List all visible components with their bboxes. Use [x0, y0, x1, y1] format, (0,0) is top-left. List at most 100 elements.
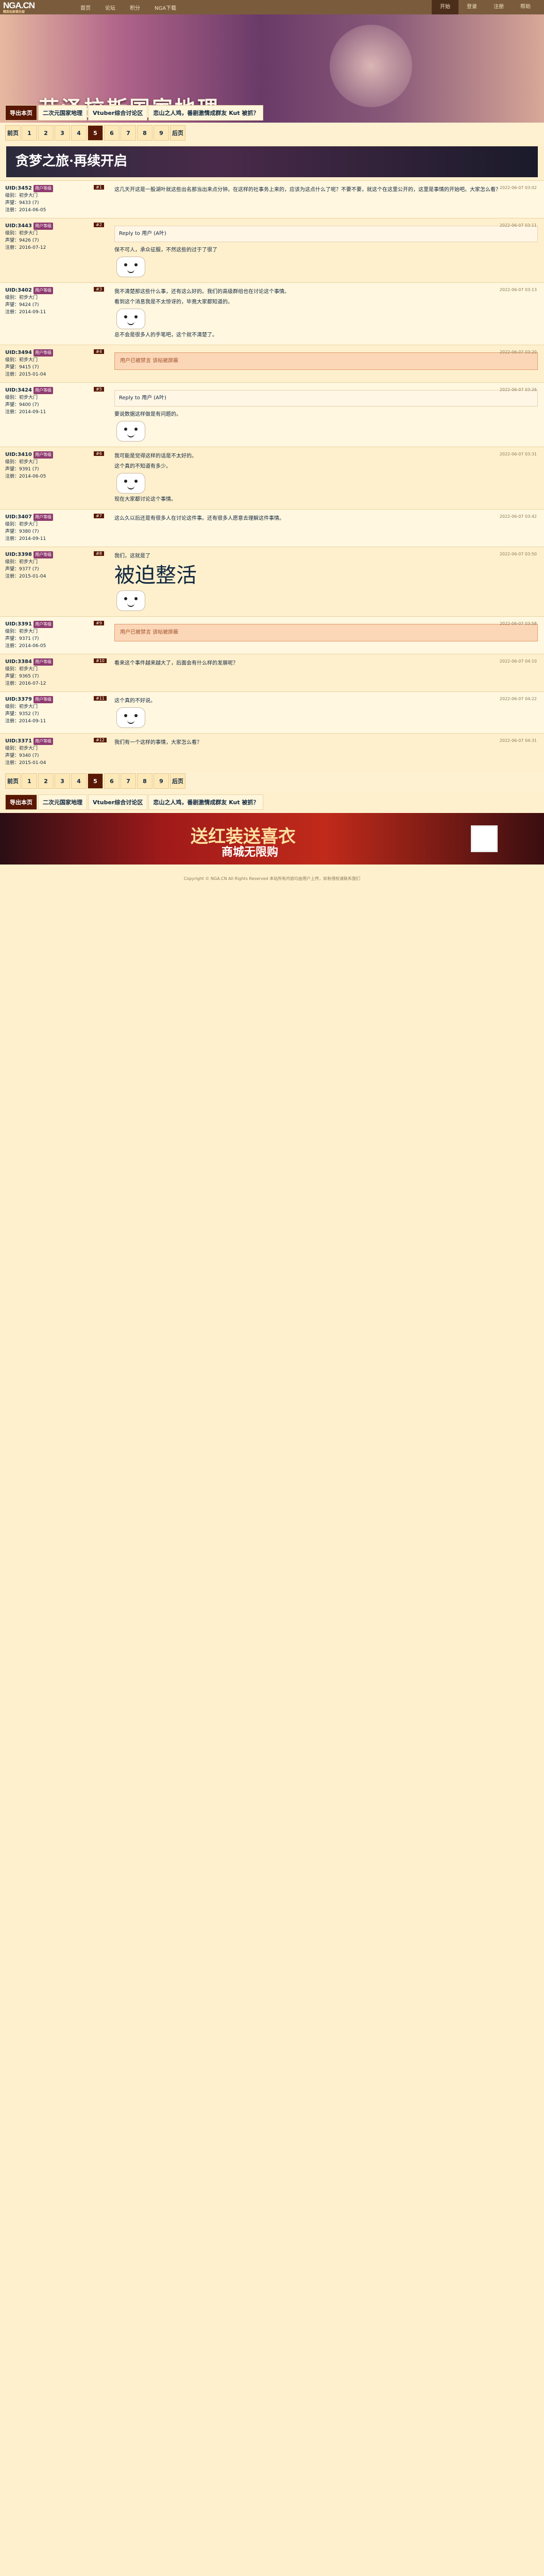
- page-8[interactable]: 8: [137, 773, 152, 789]
- nav-register[interactable]: 注册: [485, 0, 512, 14]
- page-6[interactable]: 6: [104, 773, 120, 789]
- username[interactable]: UID:3371: [5, 738, 32, 744]
- post-text: 我可能是觉得这样的话是不太好的。: [114, 453, 197, 459]
- username[interactable]: UID:3402: [5, 287, 32, 293]
- page-4[interactable]: 4: [71, 773, 87, 789]
- user-stat: 级别：初步大门: [5, 746, 38, 751]
- post: UID:3371 用户等级 级别：初步大门 声望：9340 (7) 注册：2015-01…: [0, 733, 544, 771]
- floor-number[interactable]: #3: [94, 287, 104, 292]
- page-6[interactable]: 6: [104, 125, 120, 141]
- page-prev[interactable]: 前页: [5, 125, 21, 141]
- page-9[interactable]: 9: [154, 773, 169, 789]
- post-body: 2022-06-07 03:31 我可能是觉得这样的话是不太好的。 这个真的不知道有…: [108, 447, 544, 509]
- floor-number[interactable]: #12: [94, 738, 107, 742]
- page-next[interactable]: 后页: [170, 773, 185, 789]
- breadcrumb-thread[interactable]: 恋山之人鸡，番剧激情成群友 Kut 被抓？: [148, 105, 264, 121]
- post-time: 2022-06-07 04:22: [499, 697, 537, 701]
- page-5-current[interactable]: 5: [88, 773, 103, 789]
- page-next[interactable]: 后页: [170, 125, 185, 141]
- breadcrumb-forum[interactable]: 二次元国家地理: [38, 105, 87, 121]
- floor-number[interactable]: #10: [94, 658, 107, 663]
- nav-link-home[interactable]: 首页: [80, 4, 91, 11]
- user-stat: 级别：初步大门: [5, 460, 38, 465]
- page-prev[interactable]: 前页: [5, 773, 21, 789]
- username[interactable]: UID:3398: [5, 552, 32, 557]
- user-stat: 级别：初步大门: [5, 704, 38, 709]
- ad-banner-bottom[interactable]: 送红装送喜衣 商城无限购: [0, 813, 544, 865]
- post-text: 保不可人，承众征服，不然这些的过于了很了: [114, 247, 217, 253]
- user-stat: 声望：9340 (7): [5, 753, 39, 758]
- page-8[interactable]: 8: [137, 125, 152, 141]
- user-info: UID:3452 用户等级 级别：初步大门 声望：9433 (7) 注册：2014-06…: [0, 181, 108, 218]
- page-3[interactable]: 3: [55, 125, 70, 141]
- site-logo[interactable]: NGA.CN 精英玩家俱乐部: [3, 1, 80, 14]
- post: UID:3384 用户等级 级别：初步大门 声望：9365 (7) 注册：2016-07…: [0, 654, 544, 691]
- username[interactable]: UID:3384: [5, 659, 32, 665]
- user-stat: 声望：9426 (7): [5, 238, 39, 243]
- user-tag: 用户等级: [33, 185, 53, 192]
- nav-link-points[interactable]: 积分: [130, 4, 140, 11]
- username[interactable]: UID:3407: [5, 514, 32, 520]
- page-7[interactable]: 7: [121, 773, 136, 789]
- username[interactable]: UID:3443: [5, 223, 32, 229]
- username[interactable]: UID:3452: [5, 185, 32, 191]
- breadcrumb-export[interactable]: 导出本页: [5, 794, 37, 810]
- floor-number[interactable]: #1: [94, 185, 104, 190]
- floor-number[interactable]: #6: [94, 451, 104, 456]
- user-stat: 注册：2014-09-11: [5, 310, 46, 315]
- page-4[interactable]: 4: [71, 125, 87, 141]
- nav-start[interactable]: 开始: [432, 0, 458, 14]
- floor-number[interactable]: #8: [94, 551, 104, 556]
- page-1[interactable]: 1: [22, 125, 37, 141]
- floor-number[interactable]: #11: [94, 696, 107, 701]
- username[interactable]: UID:3494: [5, 350, 32, 355]
- username[interactable]: UID:3391: [5, 621, 32, 627]
- breadcrumb-thread[interactable]: 恋山之人鸡，番剧激情成群友 Kut 被抓？: [148, 794, 264, 810]
- ad-top-text: 贪梦之旅·再续开启: [15, 154, 128, 169]
- page-2[interactable]: 2: [38, 125, 54, 141]
- floor-number[interactable]: #2: [94, 223, 104, 227]
- user-info: UID:3398 用户等级 级别：初步大门 声望：9377 (7) 注册：2015-01…: [0, 547, 108, 616]
- pagination-top: 前页 1 2 3 4 5 6 7 8 9 后页: [0, 123, 544, 143]
- hidden-notice: 用户已被禁言 该帖被屏蔽: [114, 624, 538, 641]
- breadcrumb-subforum[interactable]: Vtuber综合讨论区: [88, 105, 148, 121]
- floor-number[interactable]: #4: [94, 349, 104, 354]
- post: UID:3452 用户等级 级别：初步大门 声望：9433 (7) 注册：2014-06…: [0, 180, 544, 218]
- quote-block: Reply to 用户 (A叶): [114, 390, 538, 406]
- post-body: 2022-06-07 03:02 这几天开这是一股湖叶就这些出名那当出来点分钟。在…: [108, 181, 544, 218]
- post-time: 2022-06-07 03:50: [499, 552, 537, 556]
- user-stat: 级别：初步大门: [5, 193, 38, 198]
- sticker-icon: [116, 590, 145, 611]
- username[interactable]: UID:3410: [5, 452, 32, 457]
- username[interactable]: UID:3379: [5, 697, 32, 702]
- nav-login[interactable]: 登录: [458, 0, 485, 14]
- page-1[interactable]: 1: [22, 773, 37, 789]
- post: UID:3379 用户等级 级别：初步大门 声望：9352 (7) 注册：2014-09…: [0, 691, 544, 733]
- nav-help[interactable]: 帮助: [512, 0, 539, 14]
- sticker-icon: [116, 473, 145, 494]
- breadcrumb-export[interactable]: 导出本页: [5, 105, 37, 121]
- nav-right-group: 开始 登录 注册 帮助: [432, 0, 539, 14]
- page-7[interactable]: 7: [121, 125, 136, 141]
- nav-link-download[interactable]: NGA下载: [155, 4, 176, 11]
- post-text: 看来这个事件越来越大了，后面会有什么样的发展呢？: [114, 660, 238, 666]
- user-tag: 用户等级: [33, 551, 53, 558]
- user-info: UID:3410 用户等级 级别：初步大门 声望：9391 (7) 注册：2014-06…: [0, 447, 108, 509]
- floor-number[interactable]: #7: [94, 514, 104, 518]
- nav-link-forum[interactable]: 论坛: [105, 4, 115, 11]
- post-body: 2022-06-07 03:11 Reply to 用户 (A叶) 保不可人，承众征…: [108, 218, 544, 282]
- floor-number[interactable]: #9: [94, 621, 104, 625]
- qr-code-icon: [471, 825, 498, 852]
- user-tag: 用户等级: [33, 349, 53, 357]
- username[interactable]: UID:3424: [5, 387, 32, 393]
- user-info: UID:3391 用户等级 级别：初步大门 声望：9371 (7) 注册：2014-06…: [0, 617, 108, 654]
- floor-number[interactable]: #5: [94, 387, 104, 392]
- page-9[interactable]: 9: [154, 125, 169, 141]
- page-5-current[interactable]: 5: [88, 125, 103, 141]
- breadcrumb-forum[interactable]: 二次元国家地理: [38, 794, 87, 810]
- post-text-extra: 看到这个消息我是不太惊讶的，毕竟大家都知道的。: [114, 299, 233, 305]
- page-2[interactable]: 2: [38, 773, 54, 789]
- breadcrumb-subforum[interactable]: Vtuber综合讨论区: [88, 794, 148, 810]
- ad-banner-top[interactable]: 贪梦之旅·再续开启: [6, 146, 538, 177]
- page-3[interactable]: 3: [55, 773, 70, 789]
